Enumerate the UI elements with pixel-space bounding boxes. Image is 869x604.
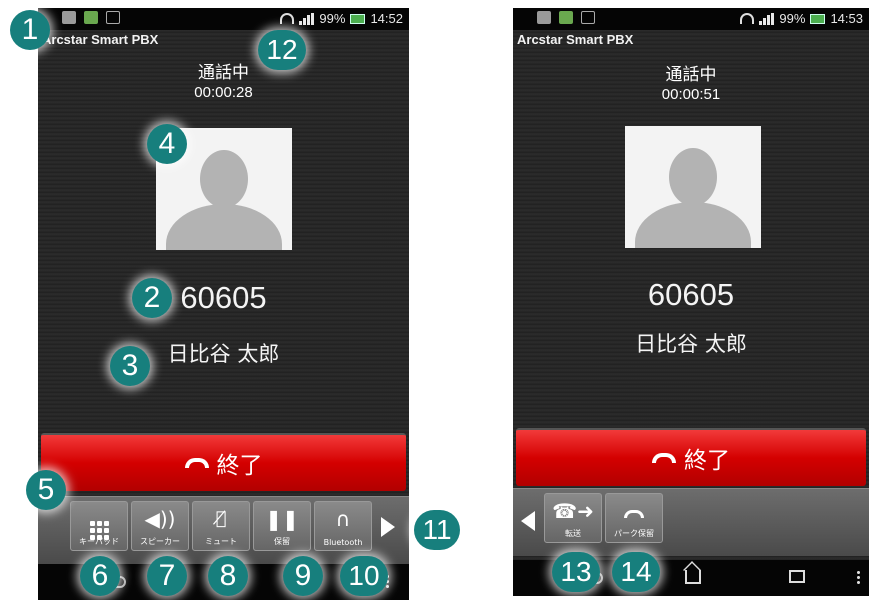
call-timer: 00:00:51 bbox=[661, 86, 721, 103]
wifi-icon bbox=[280, 13, 295, 24]
menu-icon[interactable] bbox=[857, 570, 860, 584]
clock: 14:52 bbox=[370, 11, 403, 26]
transfer-icon: ☎➜ bbox=[552, 499, 594, 523]
handset-icon bbox=[184, 458, 209, 468]
speaker-icon: ◀)) bbox=[144, 507, 176, 531]
callout-9: 9 bbox=[283, 556, 323, 596]
callout-11: 11 bbox=[414, 510, 460, 550]
callout-3: 3 bbox=[110, 346, 150, 386]
toolbar-prev-arrow[interactable] bbox=[521, 511, 535, 531]
park-hold-icon bbox=[606, 499, 662, 523]
battery-icon bbox=[350, 13, 366, 24]
pause-icon: ❚❚ bbox=[265, 507, 299, 531]
left-phone-screen: 99% 14:52 Arcstar Smart PBX 通話中 00:00:28… bbox=[38, 8, 409, 600]
toolbar-next-arrow[interactable] bbox=[381, 517, 395, 537]
recent-apps-icon[interactable] bbox=[789, 570, 805, 583]
app-notification-icon bbox=[84, 11, 98, 24]
mute-icon: 🎙̸ bbox=[215, 508, 227, 529]
callout-6: 6 bbox=[80, 556, 120, 596]
app-title: Arcstar Smart PBX bbox=[42, 32, 159, 47]
app-notification-icon bbox=[559, 11, 573, 24]
keypad-label: キーパッド bbox=[79, 537, 119, 546]
callout-10: 10 bbox=[340, 556, 388, 596]
contact-avatar bbox=[625, 126, 761, 248]
home-icon[interactable] bbox=[685, 570, 701, 584]
call-status: 通話中 bbox=[198, 63, 249, 83]
status-bar: 99% 14:52 bbox=[38, 8, 409, 30]
callee-number: 60605 bbox=[647, 277, 735, 312]
speaker-label: スピーカー bbox=[140, 537, 180, 546]
bluetooth-label: Bluetooth bbox=[323, 538, 363, 547]
callee-name: 日比谷 太郎 bbox=[635, 332, 747, 356]
battery-icon bbox=[810, 13, 826, 24]
bluetooth-button[interactable]: ∩ Bluetooth bbox=[314, 501, 372, 551]
mute-button[interactable]: 🎙̸ ミュート bbox=[192, 501, 250, 551]
mute-label: ミュート bbox=[205, 537, 237, 546]
notification-icon bbox=[62, 11, 76, 24]
signal-icon bbox=[759, 12, 775, 25]
callee-name: 日比谷 太郎 bbox=[167, 342, 280, 366]
callout-1: 1 bbox=[10, 10, 50, 50]
wifi-icon bbox=[740, 13, 755, 24]
handset-icon bbox=[652, 453, 676, 463]
callee-number: 60605 bbox=[180, 280, 267, 315]
callout-13: 13 bbox=[552, 552, 600, 592]
signal-icon bbox=[299, 12, 315, 25]
callout-8: 8 bbox=[208, 556, 248, 596]
notification-icon bbox=[537, 11, 551, 24]
clock: 14:53 bbox=[830, 11, 863, 26]
hold-label: 保留 bbox=[274, 537, 290, 546]
battery-percent: 99% bbox=[779, 11, 806, 26]
end-call-label: 終了 bbox=[216, 453, 263, 479]
app-title: Arcstar Smart PBX bbox=[517, 32, 634, 47]
headphones-icon: ∩ bbox=[335, 507, 351, 531]
callout-7: 7 bbox=[147, 556, 187, 596]
transfer-button[interactable]: ☎➜ 転送 bbox=[544, 493, 602, 543]
call-toolbar: キーパッド ◀)) スピーカー 🎙̸ ミュート ❚❚ 保留 ∩ Bluetoot… bbox=[38, 496, 409, 564]
callout-14: 14 bbox=[612, 552, 660, 592]
end-call-label: 終了 bbox=[684, 448, 730, 474]
battery-percent: 99% bbox=[319, 11, 346, 26]
hold-button[interactable]: ❚❚ 保留 bbox=[253, 501, 311, 551]
park-hold-button[interactable]: パーク保留 bbox=[605, 493, 663, 543]
call-toolbar: ☎➜ 転送 パーク保留 bbox=[513, 488, 869, 556]
transfer-label: 転送 bbox=[565, 529, 581, 538]
end-call-button[interactable]: 終了 bbox=[516, 428, 866, 486]
callout-2: 2 bbox=[132, 278, 172, 318]
keypad-button[interactable]: キーパッド bbox=[70, 501, 128, 551]
checkbox-notification-icon bbox=[106, 11, 120, 24]
end-call-button[interactable]: 終了 bbox=[41, 433, 406, 491]
callout-4: 4 bbox=[147, 124, 187, 164]
checkbox-notification-icon bbox=[581, 11, 595, 24]
park-hold-label: パーク保留 bbox=[614, 529, 654, 538]
callout-12: 12 bbox=[258, 30, 306, 70]
right-phone-screen: 99% 14:53 Arcstar Smart PBX 通話中 00:00:51… bbox=[513, 8, 869, 596]
call-timer: 00:00:28 bbox=[194, 84, 253, 101]
speaker-button[interactable]: ◀)) スピーカー bbox=[131, 501, 189, 551]
call-status: 通話中 bbox=[665, 65, 717, 85]
status-bar: 99% 14:53 bbox=[513, 8, 869, 30]
callout-5: 5 bbox=[26, 470, 66, 510]
